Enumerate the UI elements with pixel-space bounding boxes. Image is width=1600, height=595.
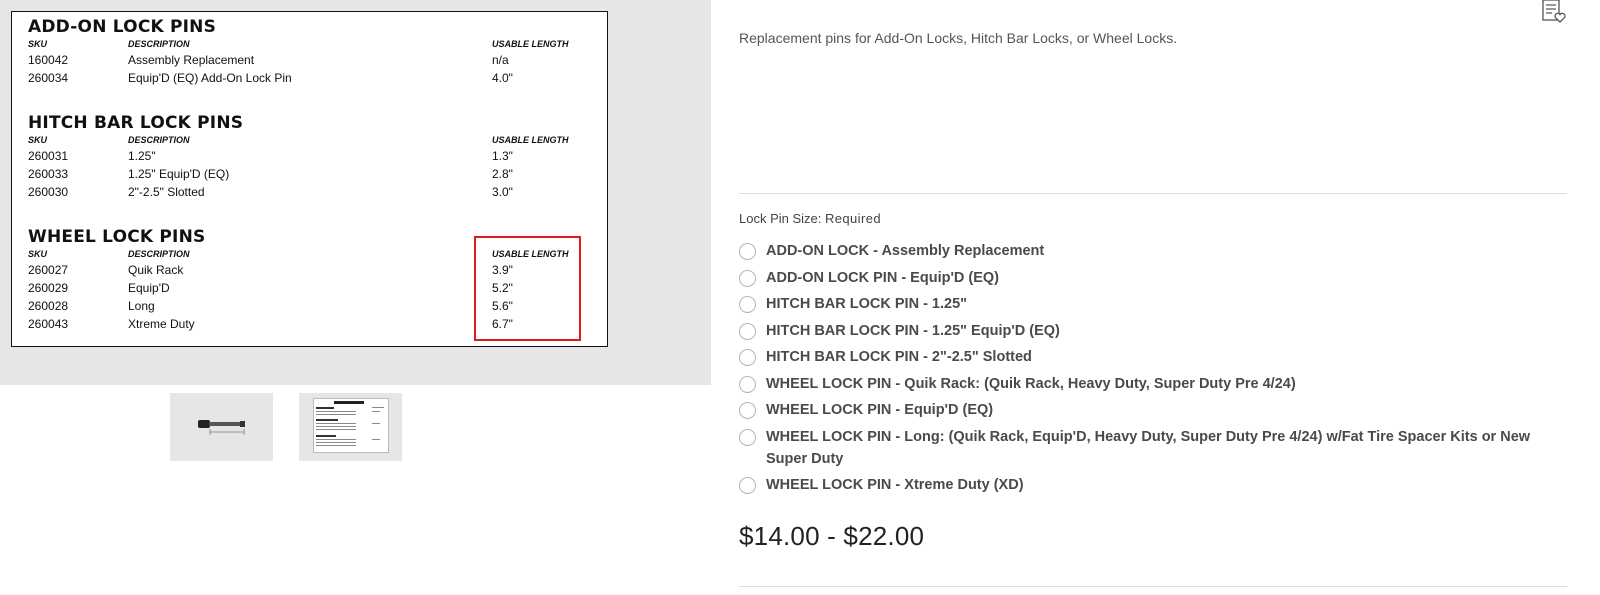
- option-hitch-1-25[interactable]: HITCH BAR LOCK PIN - 1.25": [739, 293, 1567, 315]
- lock-pin-size-options: ADD-ON LOCK - Assembly Replacement ADD-O…: [739, 240, 1567, 501]
- option-hitch-1-25-equipd[interactable]: HITCH BAR LOCK PIN - 1.25" Equip'D (EQ): [739, 320, 1567, 342]
- radio-button[interactable]: [739, 322, 756, 340]
- header-row: SKU DESCRIPTION USABLE LENGTH: [28, 134, 598, 147]
- option-text: WHEEL LOCK PIN - Equip'D (EQ): [766, 402, 994, 418]
- option-wheel-quik-rack[interactable]: WHEEL LOCK PIN - Quik Rack: (Quik Rack, …: [739, 373, 1567, 395]
- option-wheel-xtreme-duty[interactable]: WHEEL LOCK PIN - Xtreme Duty (XD): [739, 474, 1567, 496]
- option-text: WHEEL LOCK PIN - Xtreme Duty (XD): [766, 477, 1024, 493]
- sku-cell: 260029: [28, 281, 69, 295]
- sku-cell: 160042: [28, 53, 69, 67]
- radio-button[interactable]: [739, 402, 756, 419]
- description-cell: 1.25": [128, 149, 156, 163]
- spec-sheet-image: [313, 398, 389, 453]
- header-sku: SKU: [28, 249, 48, 259]
- section-title: ADD-ON LOCK PINS: [28, 17, 217, 37]
- option-text: ADD-ON LOCK - Assembly Replacement: [766, 243, 1045, 259]
- header-length: USABLE LENGTH: [492, 39, 569, 49]
- sku-cell: 260043: [28, 317, 69, 331]
- product-description: Replacement pins for Add-On Locks, Hitch…: [739, 30, 1178, 46]
- radio-button[interactable]: [739, 296, 756, 313]
- description-cell: Assembly Replacement: [128, 53, 255, 67]
- option-add-on-equipd[interactable]: ADD-ON LOCK PIN - Equip'D (EQ): [739, 267, 1567, 289]
- length-cell: 2.8": [492, 167, 513, 181]
- section-title: HITCH BAR LOCK PINS: [28, 113, 244, 133]
- thumbnail-strip: [170, 393, 402, 461]
- table-row: 260034 Equip'D (EQ) Add-On Lock Pin 4.0": [28, 69, 598, 87]
- header-sku: SKU: [28, 39, 48, 49]
- wishlist-icon[interactable]: [1541, 0, 1567, 24]
- divider: [739, 193, 1567, 194]
- option-label-text: Lock Pin Size:: [739, 211, 822, 226]
- product-image-main[interactable]: ADD-ON LOCK PINS SKU DESCRIPTION USABLE …: [0, 0, 711, 385]
- description-cell: Equip'D (EQ) Add-On Lock Pin: [128, 71, 292, 85]
- table-row: 260031 1.25" 1.3": [28, 147, 598, 165]
- header-row: SKU DESCRIPTION USABLE LENGTH: [28, 38, 598, 51]
- product-details: Replacement pins for Add-On Locks, Hitch…: [739, 0, 1567, 595]
- radio-button[interactable]: [739, 428, 756, 446]
- spec-section-hitch-bar: HITCH BAR LOCK PINS SKU DESCRIPTION USAB…: [28, 112, 598, 201]
- radio-button[interactable]: [739, 349, 756, 366]
- table-row: 160042 Assembly Replacement n/a: [28, 51, 598, 69]
- sku-cell: 260033: [28, 167, 69, 181]
- option-label: Lock Pin Size: Required: [739, 211, 881, 226]
- description-cell: 2"-2.5" Slotted: [128, 185, 205, 199]
- length-cell: 1.3": [492, 149, 513, 163]
- description-cell: Quik Rack: [128, 263, 184, 277]
- header-sku: SKU: [28, 135, 48, 145]
- sku-cell: 260027: [28, 263, 69, 277]
- price-range: $14.00 - $22.00: [739, 521, 925, 551]
- sku-cell: 260028: [28, 299, 69, 313]
- description-cell: 1.25" Equip'D (EQ): [128, 167, 230, 181]
- option-text: HITCH BAR LOCK PIN - 1.25": [766, 296, 968, 312]
- option-wheel-equipd[interactable]: WHEEL LOCK PIN - Equip'D (EQ): [739, 399, 1567, 421]
- radio-button[interactable]: [739, 375, 756, 393]
- lock-pin-image: [198, 420, 245, 435]
- usable-length-highlight: [474, 236, 581, 341]
- description-cell: Equip'D: [128, 281, 170, 295]
- option-wheel-long[interactable]: WHEEL LOCK PIN - Long: (Quik Rack, Equip…: [739, 426, 1567, 470]
- radio-button[interactable]: [739, 477, 756, 494]
- divider: [739, 586, 1567, 587]
- option-text: WHEEL LOCK PIN - Long: (Quik Rack, Equip…: [766, 428, 1531, 467]
- sku-cell: 260034: [28, 71, 69, 85]
- option-add-on-assembly[interactable]: ADD-ON LOCK - Assembly Replacement: [739, 240, 1567, 262]
- table-row: 260030 2"-2.5" Slotted 3.0": [28, 183, 598, 201]
- radio-button[interactable]: [739, 269, 756, 287]
- header-description: DESCRIPTION: [128, 39, 190, 49]
- option-hitch-slotted[interactable]: HITCH BAR LOCK PIN - 2"-2.5" Slotted: [739, 346, 1567, 368]
- header-description: DESCRIPTION: [128, 249, 190, 259]
- option-text: HITCH BAR LOCK PIN - 2"-2.5" Slotted: [766, 349, 1032, 365]
- thumbnail-spec-sheet[interactable]: [299, 393, 402, 461]
- option-text: WHEEL LOCK PIN - Quik Rack: (Quik Rack, …: [766, 375, 1296, 392]
- option-text: ADD-ON LOCK PIN - Equip'D (EQ): [766, 269, 1000, 286]
- description-cell: Xtreme Duty: [128, 317, 195, 331]
- option-text: HITCH BAR LOCK PIN - 1.25" Equip'D (EQ): [766, 322, 1060, 339]
- spec-section-add-on: ADD-ON LOCK PINS SKU DESCRIPTION USABLE …: [28, 16, 598, 87]
- sku-cell: 260030: [28, 185, 69, 199]
- description-cell: Long: [128, 299, 155, 313]
- length-cell: n/a: [492, 53, 509, 67]
- required-indicator: Required: [825, 211, 881, 226]
- length-cell: 4.0": [492, 71, 513, 85]
- header-description: DESCRIPTION: [128, 135, 190, 145]
- thumbnail-lock-pin[interactable]: [170, 393, 273, 461]
- radio-button[interactable]: [739, 243, 756, 260]
- header-length: USABLE LENGTH: [492, 135, 569, 145]
- sku-cell: 260031: [28, 149, 69, 163]
- table-row: 260033 1.25" Equip'D (EQ) 2.8": [28, 165, 598, 183]
- length-cell: 3.0": [492, 185, 513, 199]
